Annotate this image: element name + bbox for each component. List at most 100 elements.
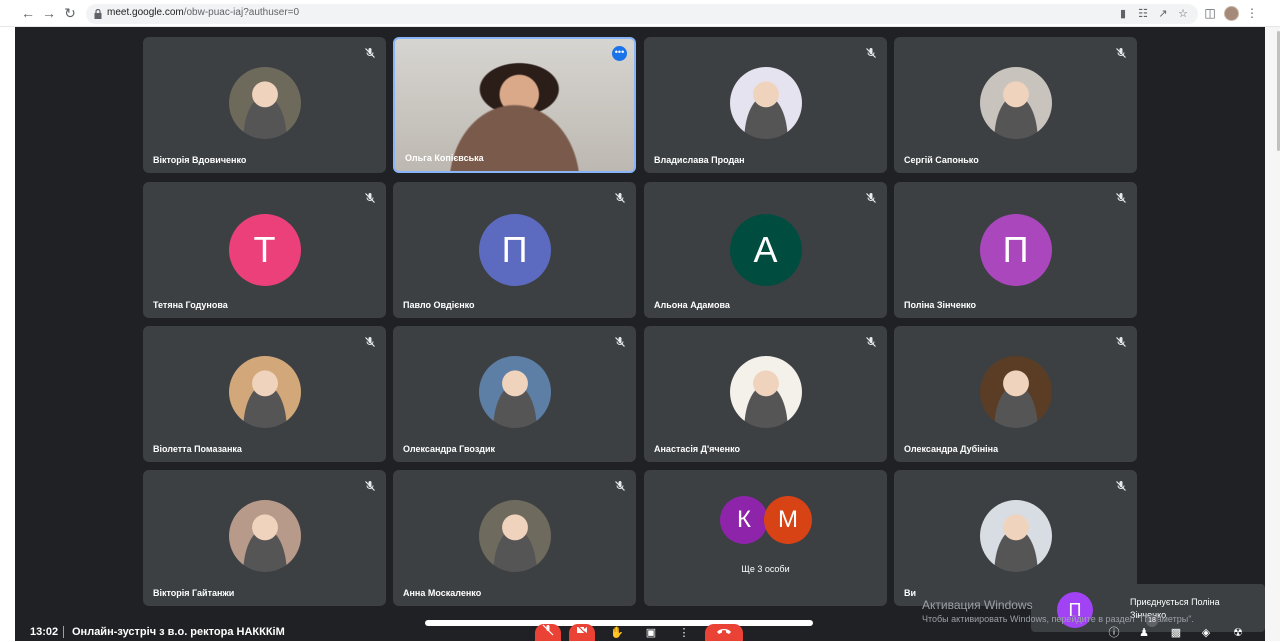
participant-tile[interactable]: Вікторія Вдовиченко — [143, 37, 386, 173]
lock-icon — [94, 9, 102, 19]
mic-muted-icon — [364, 46, 376, 58]
participant-initial-avatar: Т — [228, 214, 301, 286]
mic-muted-icon — [364, 479, 376, 491]
activation-watermark-title: Активация Windows — [922, 598, 1033, 612]
participant-name: Владислава Продан — [654, 155, 745, 165]
hang-up-icon — [717, 629, 731, 634]
participant-tile[interactable]: Сергій Сапонько — [894, 37, 1137, 173]
camera-off-icon — [576, 624, 588, 636]
host-controls-icon[interactable]: ☢ — [1230, 626, 1246, 640]
raise-hand-button[interactable]: ✋ — [604, 624, 630, 641]
mic-muted-icon — [614, 335, 626, 347]
mic-muted-icon — [865, 46, 877, 58]
browser-toolbar: ← → ↻ meet.google.com/obw-puac-iaj?authu… — [0, 0, 1280, 27]
mic-muted-icon — [614, 479, 626, 491]
participant-tile[interactable]: Вікторія Гайтанжи — [143, 470, 386, 606]
participant-avatar — [228, 356, 301, 428]
back-icon[interactable]: ← — [20, 5, 36, 21]
participant-avatar — [979, 67, 1052, 139]
mic-muted-icon — [1115, 479, 1127, 491]
participant-name: Ольга Копієвська — [405, 153, 484, 163]
mic-muted-icon — [364, 335, 376, 347]
mic-muted-icon — [1115, 46, 1127, 58]
participant-name: Анастасія Д'яченко — [654, 444, 740, 454]
meeting-title: Онлайн-зустріч з в.о. ректора НАКККіМ — [72, 626, 285, 638]
more-vert-icon: ⋮ — [678, 627, 690, 639]
clock: 13:02 — [30, 626, 59, 638]
url-text: meet.google.com/obw-puac-iaj?authuser=0 — [107, 7, 300, 18]
participant-name: Анна Москаленко — [403, 588, 482, 598]
profile-avatar[interactable] — [1224, 6, 1239, 21]
more-options-button[interactable]: ⋮ — [671, 624, 697, 641]
present-icon: ▣ — [645, 627, 657, 639]
mic-muted-icon — [1115, 335, 1127, 347]
mic-muted-icon — [1115, 191, 1127, 203]
participant-tile[interactable]: П Павло Овдієнко — [393, 182, 636, 318]
participant-avatar — [979, 500, 1052, 572]
others-count-label: Ще 3 особи — [741, 564, 790, 574]
hand-icon: ✋ — [610, 627, 624, 639]
forward-icon[interactable]: → — [41, 5, 57, 21]
participant-initial-avatar: П — [478, 214, 551, 286]
camera-indicator-icon[interactable]: ▮ — [1116, 7, 1130, 21]
share-icon[interactable]: ↗ — [1156, 7, 1170, 21]
mic-muted-icon — [865, 191, 877, 203]
participant-name: Поліна Зінченко — [904, 300, 977, 310]
end-call-button[interactable] — [705, 624, 743, 641]
meet-stage: Ви К М Ще 3 особи Анна Москаленко Вікторія Га… — [15, 27, 1265, 641]
side-panel-icon[interactable]: ◫ — [1202, 5, 1218, 21]
mic-muted-icon — [614, 191, 626, 203]
participant-tile[interactable]: П Поліна Зінченко — [894, 182, 1137, 318]
participant-tile[interactable]: Анна Москаленко — [393, 470, 636, 606]
participant-avatar — [979, 356, 1052, 428]
chat-icon[interactable]: ▩ — [1168, 626, 1184, 640]
participant-name: Ви — [904, 588, 917, 598]
bookmark-star-icon[interactable]: ☆ — [1176, 7, 1190, 21]
meeting-info-icon[interactable]: ⓘ — [1106, 626, 1122, 640]
participant-tile[interactable]: А Альона Адамова — [644, 182, 887, 318]
participant-avatar — [478, 356, 551, 428]
mic-muted-icon — [865, 335, 877, 347]
participant-name: Сергій Сапонько — [904, 155, 979, 165]
mic-off-icon — [542, 624, 554, 636]
participant-avatar — [228, 500, 301, 572]
more-options-icon[interactable]: ••• — [612, 46, 627, 61]
participant-name: Альона Адамова — [654, 300, 730, 310]
participant-tile[interactable]: К М Ще 3 особи — [644, 470, 887, 606]
participant-name: Олександра Гвоздик — [403, 444, 496, 454]
participant-tile[interactable]: Анастасія Д'яченко — [644, 326, 887, 462]
address-bar[interactable]: meet.google.com/obw-puac-iaj?authuser=0 … — [86, 4, 1198, 24]
other-participant-avatar: К — [720, 496, 768, 544]
participant-name: Олександра Дубініна — [904, 444, 999, 454]
people-icon[interactable]: ♟ — [1136, 626, 1152, 640]
participant-initial-avatar: А — [729, 214, 802, 286]
participant-tile[interactable]: Владислава Продан — [644, 37, 887, 173]
participant-name: Тетяна Годунова — [153, 300, 228, 310]
mic-muted-icon — [364, 191, 376, 203]
participant-tile[interactable]: Т Тетяна Годунова — [143, 182, 386, 318]
mic-off-button[interactable] — [535, 624, 561, 641]
participant-avatar — [478, 500, 551, 572]
divider — [63, 626, 64, 638]
participant-tile[interactable]: Олександра Дубініна — [894, 326, 1137, 462]
participant-avatar — [729, 67, 802, 139]
participant-count-badge: 18 — [1146, 615, 1158, 627]
participant-name: Павло Овдієнко — [403, 300, 475, 310]
camera-off-button[interactable] — [569, 624, 595, 641]
activities-icon[interactable]: ◈ — [1198, 626, 1214, 640]
participant-avatar — [729, 356, 802, 428]
participant-initial-avatar: П — [979, 214, 1052, 286]
menu-kebab-icon[interactable]: ⋮ — [1244, 5, 1260, 21]
participant-tile[interactable]: Віолетта Помазанка — [143, 326, 386, 462]
present-button[interactable]: ▣ — [638, 624, 664, 641]
participant-name: Вікторія Гайтанжи — [153, 588, 235, 598]
participant-tile[interactable]: ••• Ольга Копієвська — [393, 37, 636, 173]
participant-avatar — [228, 67, 301, 139]
participant-name: Вікторія Вдовиченко — [153, 155, 247, 165]
reload-icon[interactable]: ↻ — [62, 5, 78, 21]
other-participant-avatar: М — [764, 496, 812, 544]
participant-tile[interactable]: Олександра Гвоздик — [393, 326, 636, 462]
call-controls-bar: 13:02 Онлайн-зустріч з в.о. ректора НАКК… — [15, 615, 1265, 641]
participant-name: Віолетта Помазанка — [153, 444, 242, 454]
translate-icon[interactable]: ☷ — [1136, 7, 1150, 21]
